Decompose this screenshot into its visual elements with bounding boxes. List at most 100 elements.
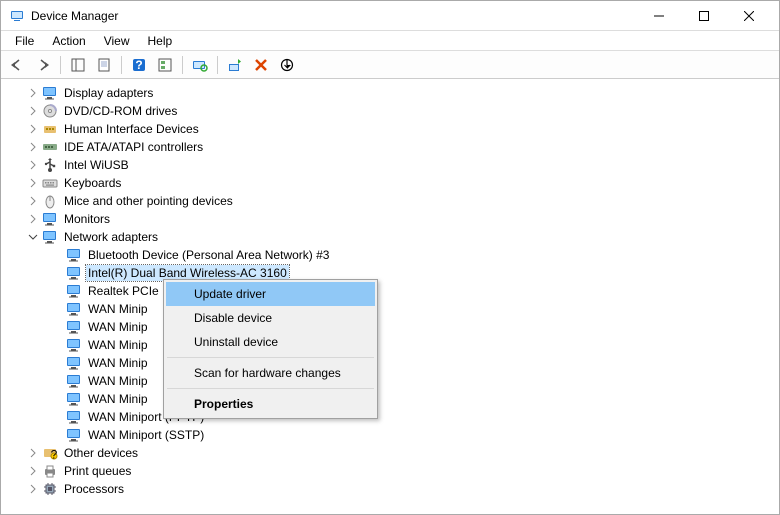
category-label: Display adapters [62, 85, 155, 101]
context-menu-item[interactable]: Scan for hardware changes [166, 361, 375, 385]
device-label: Realtek PCIe [86, 283, 161, 299]
title-bar: Device Manager [1, 1, 779, 31]
tree-device[interactable]: WAN Minip [10, 336, 778, 354]
category-label: Keyboards [62, 175, 123, 191]
display-icon [42, 85, 58, 101]
category-label: DVD/CD-ROM drives [62, 103, 179, 119]
network-adapter-icon [66, 265, 82, 281]
action-button[interactable] [153, 54, 177, 76]
tree-category[interactable]: IDE ATA/ATAPI controllers [10, 138, 778, 156]
tree-category[interactable]: Human Interface Devices [10, 120, 778, 138]
toolbar-separator [121, 56, 122, 74]
back-button[interactable] [5, 54, 29, 76]
tree-category[interactable]: Processors [10, 480, 778, 498]
device-label: WAN Minip [86, 373, 150, 389]
context-menu: Update driverDisable deviceUninstall dev… [163, 279, 378, 419]
hid-icon [42, 121, 58, 137]
tree-device[interactable]: WAN Minip [10, 354, 778, 372]
cpu-icon [42, 481, 58, 497]
chevron-right-icon[interactable] [26, 86, 40, 100]
window-controls [636, 1, 771, 31]
chevron-right-icon[interactable] [26, 194, 40, 208]
tree-category[interactable]: DVD/CD-ROM drives [10, 102, 778, 120]
category-label: IDE ATA/ATAPI controllers [62, 139, 205, 155]
tree-device[interactable]: WAN Miniport (PPTP) [10, 408, 778, 426]
uninstall-button[interactable] [249, 54, 273, 76]
menu-help[interactable]: Help [140, 32, 181, 50]
tree-category[interactable]: Intel WiUSB [10, 156, 778, 174]
context-menu-item[interactable]: Update driver [166, 282, 375, 306]
svg-text:?: ? [135, 58, 142, 72]
minimize-button[interactable] [636, 1, 681, 31]
network-icon [42, 229, 58, 245]
toolbar-separator [182, 56, 183, 74]
tree-device[interactable]: WAN Miniport (SSTP) [10, 426, 778, 444]
network-adapter-icon [66, 247, 82, 263]
disable-button[interactable] [275, 54, 299, 76]
device-label: WAN Minip [86, 337, 150, 353]
tree-device[interactable]: Realtek PCIe [10, 282, 778, 300]
update-driver-button[interactable] [223, 54, 247, 76]
forward-button[interactable] [31, 54, 55, 76]
ide-icon [42, 139, 58, 155]
toolbar-separator [217, 56, 218, 74]
app-icon [9, 8, 25, 24]
category-label: Processors [62, 481, 126, 497]
tree-device[interactable]: WAN Minip [10, 300, 778, 318]
tree-device[interactable]: Intel(R) Dual Band Wireless-AC 3160 [10, 264, 778, 282]
device-label: WAN Miniport (SSTP) [86, 427, 206, 443]
context-menu-separator [167, 357, 374, 358]
device-label: WAN Minip [86, 391, 150, 407]
printer-icon [42, 463, 58, 479]
menu-action[interactable]: Action [44, 32, 93, 50]
chevron-right-icon[interactable] [26, 446, 40, 460]
chevron-right-icon[interactable] [26, 140, 40, 154]
category-label: Monitors [62, 211, 112, 227]
chevron-right-icon[interactable] [26, 482, 40, 496]
network-adapter-icon [66, 391, 82, 407]
chevron-down-icon[interactable] [26, 230, 40, 244]
keyboard-icon [42, 175, 58, 191]
tree-device[interactable]: WAN Minip [10, 318, 778, 336]
tree-device[interactable]: WAN Minip [10, 372, 778, 390]
scan-hardware-button[interactable] [188, 54, 212, 76]
tree-device[interactable]: Bluetooth Device (Personal Area Network)… [10, 246, 778, 264]
close-button[interactable] [726, 1, 771, 31]
chevron-right-icon[interactable] [26, 176, 40, 190]
tree-category[interactable]: ?Other devices [10, 444, 778, 462]
menu-view[interactable]: View [96, 32, 138, 50]
toolbar: ? [1, 51, 779, 79]
menu-file[interactable]: File [7, 32, 42, 50]
network-adapter-icon [66, 319, 82, 335]
context-menu-item[interactable]: Disable device [166, 306, 375, 330]
context-menu-item[interactable]: Uninstall device [166, 330, 375, 354]
chevron-right-icon[interactable] [26, 464, 40, 478]
chevron-right-icon[interactable] [26, 122, 40, 136]
tree-device[interactable]: WAN Minip [10, 390, 778, 408]
category-label: Network adapters [62, 229, 160, 245]
help-button[interactable]: ? [127, 54, 151, 76]
tree-category[interactable]: Monitors [10, 210, 778, 228]
tree-category[interactable]: Mice and other pointing devices [10, 192, 778, 210]
window-title: Device Manager [31, 9, 636, 23]
properties-button[interactable] [92, 54, 116, 76]
network-adapter-icon [66, 283, 82, 299]
context-menu-separator [167, 388, 374, 389]
network-adapter-icon [66, 355, 82, 371]
network-adapter-icon [66, 427, 82, 443]
tree-category[interactable]: Print queues [10, 462, 778, 480]
show-hide-console-tree-button[interactable] [66, 54, 90, 76]
device-label: Bluetooth Device (Personal Area Network)… [86, 247, 331, 263]
other-icon: ? [42, 445, 58, 461]
tree-category[interactable]: Display adapters [10, 84, 778, 102]
chevron-right-icon[interactable] [26, 212, 40, 226]
tree-category[interactable]: Keyboards [10, 174, 778, 192]
tree-category[interactable]: Network adapters [10, 228, 778, 246]
maximize-button[interactable] [681, 1, 726, 31]
context-menu-item[interactable]: Properties [166, 392, 375, 416]
chevron-right-icon[interactable] [26, 158, 40, 172]
category-label: Print queues [62, 463, 133, 479]
menu-bar: File Action View Help [1, 31, 779, 51]
device-tree[interactable]: Display adapters DVD/CD-ROM drivesHuman I… [2, 80, 778, 513]
chevron-right-icon[interactable] [26, 104, 40, 118]
